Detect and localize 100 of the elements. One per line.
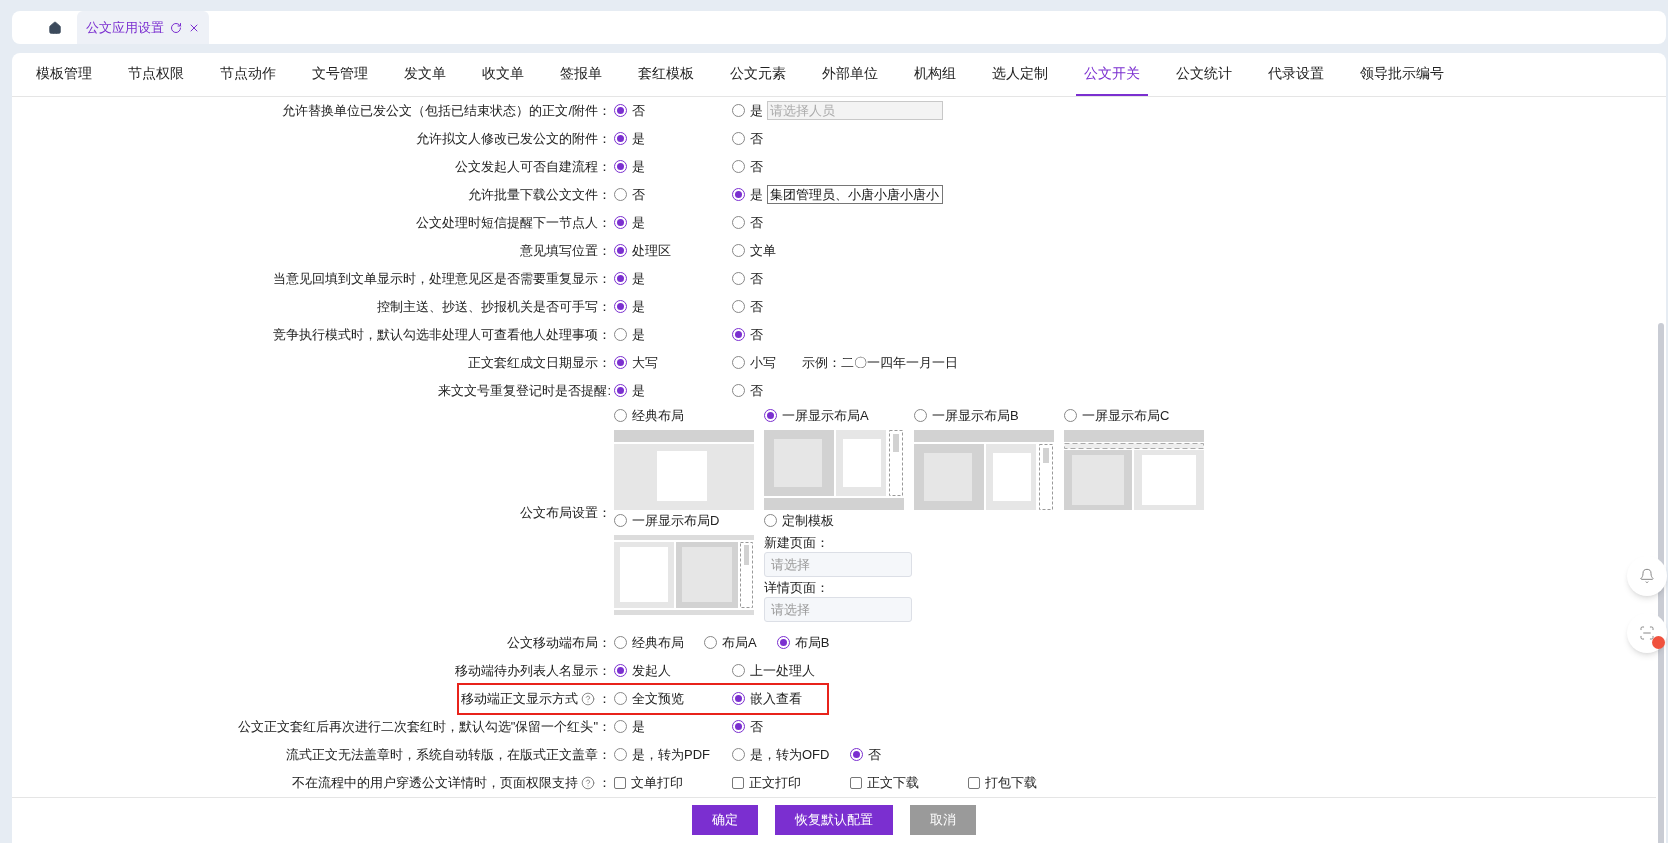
checkbox[interactable] [968, 776, 980, 789]
radio-button[interactable] [614, 300, 627, 313]
radio-button[interactable] [614, 244, 627, 257]
checkbox[interactable] [732, 776, 744, 789]
radio-button[interactable] [614, 188, 627, 201]
radio-option[interactable]: 全文预览 [614, 688, 732, 709]
radio-option[interactable]: 嵌入查看 [732, 688, 802, 709]
radio-button[interactable] [732, 720, 745, 733]
radio-option[interactable]: 上一处理人 [732, 660, 815, 681]
nav-tab[interactable]: 模板管理 [28, 53, 100, 96]
radio-option[interactable]: 经典布局 [614, 404, 764, 427]
radio-option[interactable]: 是 [614, 716, 732, 737]
radio-button[interactable] [776, 636, 790, 649]
radio-button[interactable] [614, 384, 627, 397]
radio-button[interactable] [614, 272, 627, 285]
nav-tab[interactable]: 外部单位 [814, 53, 886, 96]
radio-option[interactable]: 是 [614, 156, 732, 177]
radio-button[interactable] [614, 132, 627, 145]
radio-button[interactable] [732, 328, 745, 341]
radio-button[interactable] [850, 748, 863, 761]
radio-option[interactable]: 正文下载 [850, 772, 968, 793]
radio-button[interactable] [732, 664, 745, 677]
nav-tab[interactable]: 节点权限 [120, 53, 192, 96]
radio-button[interactable] [614, 720, 627, 733]
radio-button[interactable] [732, 356, 745, 369]
radio-button[interactable] [732, 104, 745, 117]
refresh-icon[interactable] [170, 21, 182, 34]
radio-button[interactable] [614, 636, 627, 649]
radio-option[interactable]: 是 [614, 296, 732, 317]
action-button[interactable]: 确定 [692, 804, 758, 835]
nav-tab[interactable]: 文号管理 [304, 53, 376, 96]
people-field[interactable]: 集团管理员、小唐小唐小唐小 [767, 185, 943, 204]
radio-button[interactable] [614, 216, 627, 229]
radio-button[interactable] [732, 692, 745, 705]
radio-option[interactable]: 大写 [614, 352, 732, 373]
nav-tab[interactable]: 发文单 [396, 53, 454, 96]
radio-option[interactable]: 是 [614, 212, 732, 233]
radio-button[interactable] [614, 748, 627, 761]
radio-button[interactable] [614, 356, 627, 369]
radio-button[interactable] [614, 104, 627, 117]
radio-option[interactable]: 一屏显示布局B [914, 404, 1064, 427]
nav-tab[interactable]: 代录设置 [1260, 53, 1332, 96]
checkbox[interactable] [614, 776, 626, 789]
radio-option[interactable]: 文单打印 [614, 772, 732, 793]
radio-option[interactable]: 一屏显示布局D [614, 509, 764, 532]
radio-button[interactable] [614, 514, 627, 527]
home-icon[interactable] [48, 20, 62, 35]
select-field[interactable]: 请选择 [764, 551, 912, 577]
nav-tab[interactable]: 机构组 [906, 53, 964, 96]
radio-button[interactable] [614, 328, 627, 341]
radio-option[interactable]: 布局B [776, 632, 830, 653]
radio-button[interactable] [614, 160, 627, 173]
radio-button[interactable] [614, 409, 627, 422]
scrollbar[interactable] [1658, 323, 1664, 843]
radio-button[interactable] [732, 748, 745, 761]
help-icon[interactable] [581, 691, 595, 706]
radio-option[interactable]: 处理区 [614, 240, 732, 261]
radio-button[interactable] [732, 188, 745, 201]
radio-option[interactable]: 布局A [704, 632, 757, 653]
radio-button[interactable] [614, 692, 627, 705]
nav-tab[interactable]: 选人定制 [984, 53, 1056, 96]
radio-option[interactable]: 打包下载 [968, 772, 1037, 793]
radio-option[interactable]: 一屏显示布局C [1064, 404, 1214, 427]
radio-option[interactable]: 是 [614, 324, 732, 345]
radio-option[interactable]: 是 [614, 380, 732, 401]
radio-option[interactable]: 否 [614, 100, 732, 121]
nav-tab[interactable]: 领导批示编号 [1352, 53, 1452, 96]
radio-button[interactable] [1064, 409, 1077, 422]
radio-option[interactable]: 是 [732, 184, 763, 205]
radio-option[interactable]: 是 [614, 128, 732, 149]
radio-button[interactable] [704, 636, 717, 649]
help-icon[interactable] [581, 775, 595, 790]
radio-button[interactable] [764, 514, 777, 527]
page-tab[interactable]: 公文应用设置 [77, 11, 209, 44]
radio-option[interactable]: 否 [732, 156, 763, 177]
radio-option[interactable]: 是，转为OFD [732, 744, 850, 765]
nav-tab[interactable]: 公文元素 [722, 53, 794, 96]
radio-button[interactable] [614, 664, 627, 677]
checkbox[interactable] [850, 776, 862, 789]
nav-tab[interactable]: 套红模板 [630, 53, 702, 96]
radio-option[interactable]: 否 [614, 184, 732, 205]
nav-tab[interactable]: 节点动作 [212, 53, 284, 96]
radio-option[interactable]: 是 [614, 268, 732, 289]
nav-tab[interactable]: 签报单 [552, 53, 610, 96]
radio-button[interactable] [732, 272, 745, 285]
radio-option[interactable]: 否 [732, 268, 763, 289]
radio-option[interactable]: 正文打印 [732, 772, 850, 793]
nav-tab[interactable]: 收文单 [474, 53, 532, 96]
radio-option[interactable]: 否 [732, 296, 763, 317]
radio-option[interactable]: 一屏显示布局A [764, 404, 914, 427]
radio-option[interactable]: 是，转为PDF [614, 744, 732, 765]
radio-option[interactable]: 是 [732, 100, 763, 121]
radio-option[interactable]: 否 [732, 212, 763, 233]
radio-button[interactable] [732, 384, 745, 397]
radio-button[interactable] [732, 132, 745, 145]
radio-button[interactable] [732, 160, 745, 173]
radio-button[interactable] [732, 244, 745, 257]
nav-tab[interactable]: 公文统计 [1168, 53, 1240, 96]
radio-option[interactable]: 否 [732, 380, 763, 401]
radio-button[interactable] [732, 216, 745, 229]
